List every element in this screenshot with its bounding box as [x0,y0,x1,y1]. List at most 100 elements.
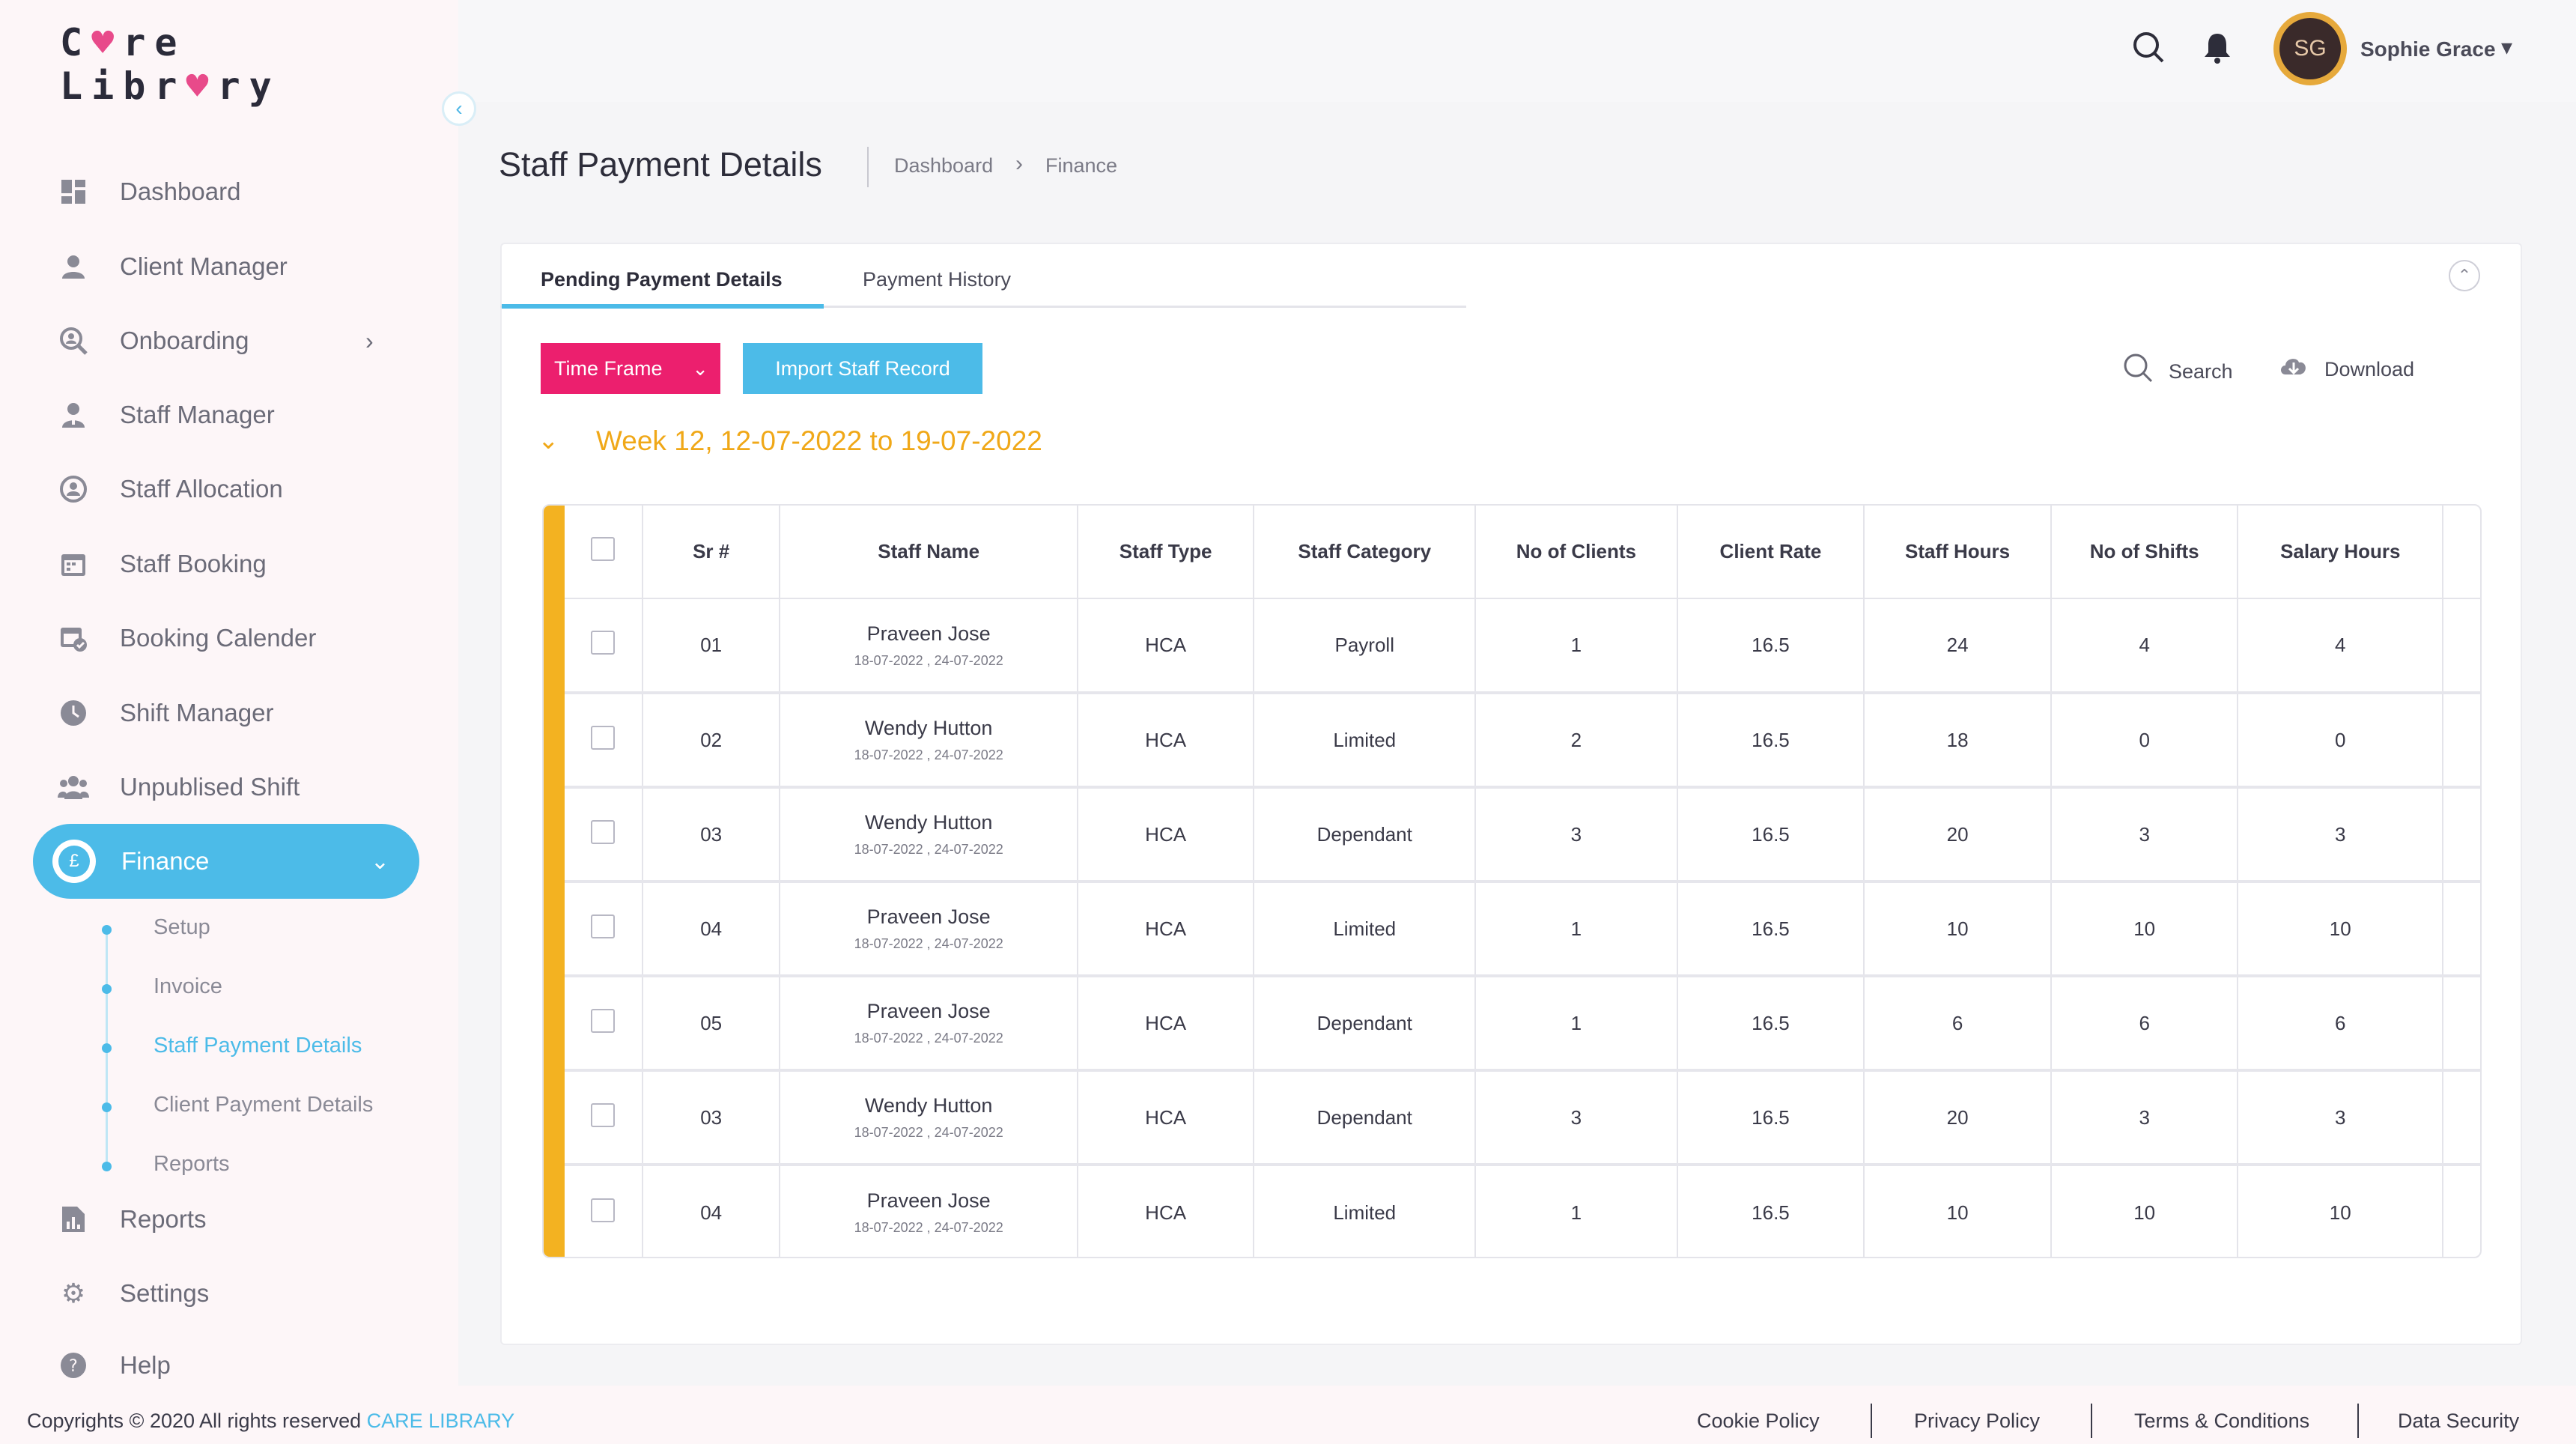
table-row[interactable]: 04 Praveen Jose 18-07-2022 , 24-07-2022 HCA… [565,882,2480,977]
sidebar-item-dashboard[interactable]: Dashboard [57,169,240,214]
row-checkbox[interactable] [591,1008,616,1033]
submenu-item-staff-payment-details[interactable]: Staff Payment Details [154,1034,362,1058]
terms-conditions-link[interactable]: Terms & Conditions [2134,1410,2309,1433]
row-select-cell [565,787,643,883]
shifts-cell: 10 [2050,882,2239,977]
sr-cell: 04 [642,882,781,977]
sidebar-item-unpublised-shift[interactable]: Unpublised Shift [57,765,300,810]
user-name[interactable]: Sophie Grace [2360,37,2496,61]
select-all-cell [565,506,643,599]
cookie-policy-link[interactable]: Cookie Policy [1697,1410,1820,1433]
tab-payment-history[interactable]: Payment History [863,268,1011,291]
brand-link[interactable]: CARE LIBRARY [367,1410,515,1432]
staff-name-cell: Praveen Jose 18-07-2022 , 24-07-2022 [780,598,1078,694]
table-row[interactable]: 03 Wendy Hutton 18-07-2022 , 24-07-2022 HCA… [565,1070,2480,1166]
submenu-item-invoice[interactable]: Invoice [154,974,222,999]
submenu-item-client-payment-details[interactable]: Client Payment Details [154,1093,373,1117]
column-header[interactable]: Salary Hours [2238,506,2444,599]
row-checkbox[interactable] [591,725,616,750]
sidebar-item-reports[interactable]: Reports [57,1197,207,1242]
bell-icon[interactable] [2202,31,2233,73]
table-accent-bar [544,506,565,1257]
search-button[interactable]: Search [2122,352,2233,391]
row-checkbox[interactable] [591,631,616,655]
collapse-card-button[interactable]: ⌃ [2449,260,2480,291]
sidebar-collapse-button[interactable]: ‹ [442,91,476,126]
tab-pending-payment-details[interactable]: Pending Payment Details [541,268,783,291]
sidebar-item-staff-manager[interactable]: Staff Manager [57,392,275,437]
staff-name[interactable]: Wendy Hutton [780,717,1076,740]
column-header[interactable]: Staff Hours [1864,506,2052,599]
data-security-link[interactable]: Data Security [2398,1410,2519,1433]
column-header[interactable]: Sr # [642,506,781,599]
submenu-item-setup[interactable]: Setup [154,915,210,940]
sidebar-item-settings[interactable]: ⚙ Settings [57,1271,209,1316]
download-label: Download [2324,357,2415,380]
column-header-empty [2443,506,2480,599]
staff-name[interactable]: Praveen Jose [780,1000,1076,1023]
sidebar-item-help[interactable]: ? Help › [57,1344,171,1386]
staff-name-cell: Wendy Hutton 18-07-2022 , 24-07-2022 [780,693,1078,789]
row-checkbox[interactable] [591,914,616,938]
staff-name[interactable]: Wendy Hutton [780,811,1076,834]
chevron-down-icon: ⌄ [692,357,708,380]
table-row[interactable]: 03 Wendy Hutton 18-07-2022 , 24-07-2022 HCA… [565,787,2480,883]
week-label[interactable]: Week 12, 12-07-2022 to 19-07-2022 [596,425,1042,457]
staff-payment-table: Sr # Staff Name Staff Type Staff Categor… [542,504,2482,1258]
table-row[interactable]: 04 Praveen Jose 18-07-2022 , 24-07-2022 HCA… [565,1165,2480,1257]
staff-name[interactable]: Praveen Jose [780,622,1076,646]
sr-cell: 04 [642,1165,781,1257]
time-frame-dropdown[interactable]: Time Frame ⌄ [541,343,720,394]
sidebar-item-onboarding[interactable]: Onboarding › [57,318,374,363]
column-header[interactable]: Staff Type [1077,506,1255,599]
staff-name[interactable]: Wendy Hutton [780,1094,1076,1117]
select-all-checkbox[interactable] [591,537,616,561]
breadcrumb-dashboard[interactable]: Dashboard [894,154,993,178]
shifts-cell: 0 [2050,693,2239,789]
sidebar-item-staff-allocation[interactable]: Staff Allocation [57,467,283,512]
row-checkbox[interactable] [591,1198,616,1222]
staff-dates: 18-07-2022 , 24-07-2022 [854,1125,1003,1140]
privacy-policy-link[interactable]: Privacy Policy [1914,1410,2040,1433]
salary-hours-cell: 4 [2238,598,2444,694]
chevron-down-icon[interactable]: ⌄ [538,425,559,455]
breadcrumb-finance[interactable]: Finance [1045,154,1117,178]
copyright: Copyrights © 2020 All rights reserved CA… [27,1410,515,1432]
row-checkbox[interactable] [591,1102,616,1127]
staff-category-cell: Limited [1254,882,1477,977]
sidebar-item-finance[interactable]: £ Finance ⌄ [33,824,419,899]
table-row[interactable]: 01 Praveen Jose 18-07-2022 , 24-07-2022 HCA… [565,598,2480,694]
column-header[interactable]: Staff Name [780,506,1078,599]
table-row[interactable]: 02 Wendy Hutton 18-07-2022 , 24-07-2022 HCA… [565,693,2480,789]
empty-cell [2443,1165,2480,1257]
sidebar-item-client-manager[interactable]: Client Manager [57,244,288,289]
download-button[interactable]: Download [2278,352,2414,386]
staff-dates: 18-07-2022 , 24-07-2022 [854,652,1003,668]
submenu-item-reports[interactable]: Reports [154,1152,230,1177]
staff-category-cell: Limited [1254,693,1477,789]
salary-hours-cell: 3 [2238,787,2444,883]
staff-name[interactable]: Praveen Jose [780,1189,1076,1213]
column-header[interactable]: No of Clients [1475,506,1678,599]
shifts-cell: 3 [2050,787,2239,883]
staff-type-cell: HCA [1077,1165,1255,1257]
import-staff-record-button[interactable]: Import Staff Record [743,343,982,394]
table-row[interactable]: 05 Praveen Jose 18-07-2022 , 24-07-2022 HCA… [565,976,2480,1072]
avatar[interactable]: SG [2273,12,2347,85]
sidebar-item-label: Finance [121,847,210,875]
caret-down-icon[interactable]: ▾ [2501,34,2512,61]
staff-name-cell: Praveen Jose 18-07-2022 , 24-07-2022 [780,1165,1078,1257]
column-header[interactable]: Staff Category [1254,506,1477,599]
sr-cell: 03 [642,1070,781,1166]
sidebar-item-staff-booking[interactable]: Staff Booking [57,542,267,586]
logo[interactable]: C♥re Libr♥ry [60,21,281,108]
staff-name[interactable]: Praveen Jose [780,905,1076,929]
submenu-dot [102,1162,112,1171]
row-checkbox[interactable] [591,819,616,844]
search-icon[interactable] [2131,30,2166,73]
sidebar-item-booking-calender[interactable]: Booking Calender [57,616,316,661]
sidebar-item-shift-manager[interactable]: Shift Manager [57,691,273,735]
column-header[interactable]: Client Rate [1677,506,1865,599]
column-header[interactable]: No of Shifts [2050,506,2239,599]
report-icon [57,1203,90,1236]
